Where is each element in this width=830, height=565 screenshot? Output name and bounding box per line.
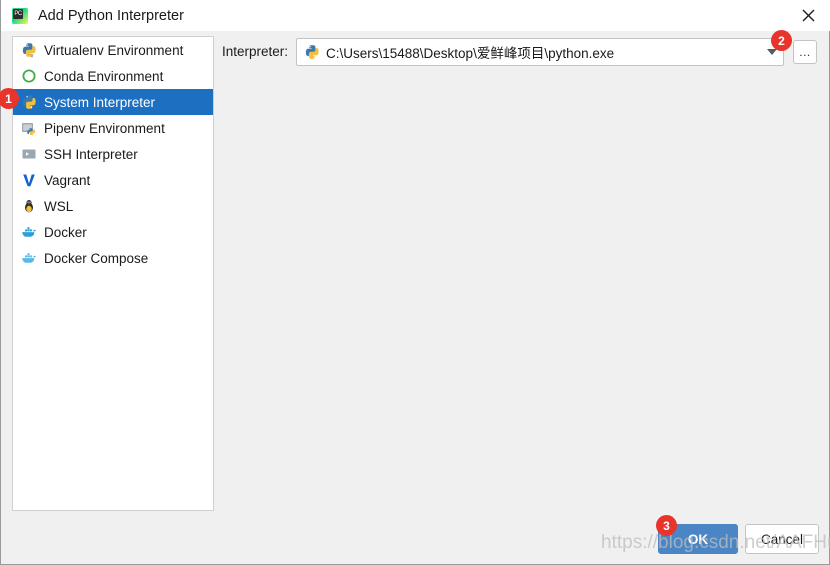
virtualenv-python-icon: v: [21, 42, 37, 58]
sidebar-item-virtualenv-environment[interactable]: v Virtualenv Environment: [13, 37, 213, 63]
vagrant-icon: [21, 172, 37, 188]
annotation-badge-2: 2: [771, 30, 792, 51]
sidebar-item-label: Docker Compose: [44, 250, 149, 266]
add-python-interpreter-dialog: PC Add Python Interpreter v Virtualenv E…: [0, 0, 830, 565]
sidebar-item-system-interpreter[interactable]: System Interpreter: [13, 89, 213, 115]
sidebar-item-conda-environment[interactable]: Conda Environment: [13, 63, 213, 89]
cancel-button[interactable]: Cancel: [745, 524, 819, 554]
sidebar-item-docker[interactable]: Docker: [13, 219, 213, 245]
sidebar-item-label: Conda Environment: [44, 68, 164, 84]
sidebar-item-docker-compose[interactable]: Docker Compose: [13, 245, 213, 271]
conda-circle-icon: [21, 68, 37, 84]
sidebar-item-pipenv-environment[interactable]: Pipenv Environment: [13, 115, 213, 141]
sidebar-item-ssh-interpreter[interactable]: SSH Interpreter: [13, 141, 213, 167]
svg-text:v: v: [31, 54, 34, 58]
sidebar-item-label: System Interpreter: [44, 94, 156, 110]
sidebar-item-label: WSL: [44, 198, 74, 214]
sidebar-item-label: Vagrant: [44, 172, 91, 188]
sidebar-item-vagrant[interactable]: Vagrant: [13, 167, 213, 193]
pipenv-icon: [21, 120, 37, 136]
interpreter-combobox[interactable]: C:\Users\15488\Desktop\爱鲜峰项目\python.exe: [296, 38, 784, 66]
pycharm-icon: PC: [12, 7, 28, 24]
window-title: Add Python Interpreter: [38, 7, 184, 24]
sidebar-item-label: SSH Interpreter: [44, 146, 138, 162]
browse-button[interactable]: ...: [793, 40, 817, 64]
python-icon: [304, 44, 320, 60]
close-button[interactable]: [785, 0, 830, 31]
interpreter-path-value: C:\Users\15488\Desktop\爱鲜峰项目\python.exe: [326, 46, 615, 61]
sidebar-item-label: Pipenv Environment: [44, 120, 165, 136]
sidebar-item-label: Virtualenv Environment: [44, 42, 184, 58]
python-icon: [21, 94, 37, 110]
chevron-down-icon[interactable]: [767, 49, 777, 55]
interpreter-type-list[interactable]: v Virtualenv Environment Conda Environme…: [12, 36, 214, 511]
sidebar-item-wsl[interactable]: WSL: [13, 193, 213, 219]
linux-penguin-icon: [21, 198, 37, 214]
ssh-terminal-icon: [21, 146, 37, 162]
docker-compose-icon: [21, 250, 37, 266]
interpreter-label: Interpreter:: [222, 44, 289, 59]
docker-whale-icon: [21, 224, 37, 240]
annotation-badge-3: 3: [656, 515, 677, 536]
close-icon: [802, 9, 815, 22]
title-bar: PC Add Python Interpreter: [1, 0, 830, 31]
sidebar-item-label: Docker: [44, 224, 87, 240]
